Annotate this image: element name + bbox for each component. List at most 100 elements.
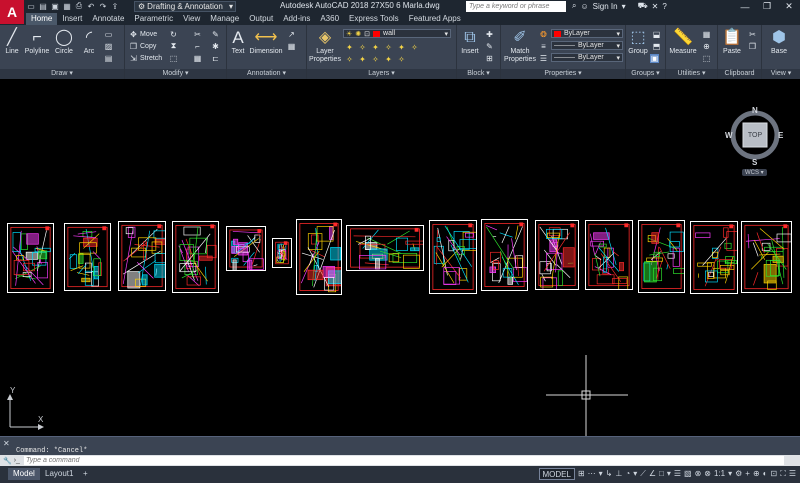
- match-properties-button[interactable]: ✐ Match Properties: [503, 28, 537, 64]
- share-icon[interactable]: ⇪: [110, 1, 120, 11]
- drawing-sheet-15[interactable]: [741, 221, 792, 293]
- hatch-button[interactable]: ▨: [104, 41, 113, 51]
- gear-icon[interactable]: ⚙: [735, 468, 742, 480]
- auto-scale-icon[interactable]: ⊗: [704, 468, 711, 480]
- application-menu-button[interactable]: A: [0, 0, 24, 24]
- tab-parametric[interactable]: Parametric: [129, 13, 178, 25]
- compass-north[interactable]: N: [752, 106, 758, 115]
- layers-panel-title[interactable]: Layers ▾: [307, 69, 456, 79]
- add-layout-button[interactable]: +: [78, 468, 93, 480]
- linetype-dropdown[interactable]: ——— ByLayer ▾: [551, 41, 623, 50]
- print-icon[interactable]: ⎙: [74, 1, 84, 11]
- tab-express-tools[interactable]: Express Tools: [344, 13, 404, 25]
- measure-button[interactable]: 📏 Measure: [668, 28, 698, 56]
- polar-icon[interactable]: ◔: [625, 468, 630, 480]
- rotate-button[interactable]: ↻: [169, 29, 178, 39]
- layout-tab-model[interactable]: Model: [8, 468, 40, 480]
- tab-home[interactable]: Home: [26, 13, 58, 25]
- drawing-sheet-6[interactable]: [272, 238, 292, 268]
- drawing-sheet-10[interactable]: [481, 219, 528, 291]
- units-icon[interactable]: ⊕: [753, 468, 760, 480]
- layer-freeze-icon[interactable]: ✧: [384, 43, 393, 52]
- exchange-icon[interactable]: ✕: [652, 2, 659, 11]
- view-panel-title[interactable]: View ▾: [762, 69, 800, 79]
- redo-icon[interactable]: ↷: [98, 1, 108, 11]
- layer-properties-button[interactable]: ◈ Layer Properties: [309, 28, 341, 64]
- drawing-sheet-11[interactable]: [535, 220, 579, 290]
- scale-button[interactable]: ⬚: [169, 53, 178, 63]
- tab-manage[interactable]: Manage: [205, 13, 244, 25]
- drawing-sheet-12[interactable]: [585, 220, 633, 290]
- layer-isolate-icon[interactable]: ✦: [371, 43, 380, 52]
- drawing-sheet-1[interactable]: [7, 223, 54, 293]
- sign-in-button[interactable]: Sign In: [593, 2, 618, 11]
- drawing-sheet-9[interactable]: [429, 220, 477, 294]
- close-icon[interactable]: ✕: [778, 0, 800, 13]
- dimension-button[interactable]: ⟷ Dimension: [249, 28, 283, 56]
- tab-insert[interactable]: Insert: [57, 13, 87, 25]
- chevron-down-icon[interactable]: ▾: [622, 2, 626, 11]
- compass-east[interactable]: E: [778, 131, 783, 140]
- annotation-scale[interactable]: 1:1: [714, 468, 725, 480]
- drawing-sheet-13[interactable]: [638, 220, 685, 293]
- workspace-switcher[interactable]: ⚙ Drafting & Annotation ▾: [134, 1, 236, 12]
- tab-output[interactable]: Output: [244, 13, 278, 25]
- create-block-button[interactable]: ✚: [485, 29, 494, 39]
- fillet-button[interactable]: ⌐: [193, 41, 202, 51]
- layer-walk-icon[interactable]: ✧: [371, 55, 380, 64]
- chevron-down-icon[interactable]: ▾: [667, 468, 671, 480]
- drawing-sheet-4[interactable]: [172, 221, 219, 293]
- viewcube[interactable]: N S E W TOP WCS ▾: [725, 103, 784, 181]
- layer-delete-icon[interactable]: ✧: [397, 55, 406, 64]
- chevron-down-icon[interactable]: ▾: [599, 468, 603, 480]
- command-recent-icon[interactable]: ›_: [14, 457, 20, 464]
- draw-panel-title[interactable]: Draw ▾: [0, 69, 124, 79]
- osnap-track-icon[interactable]: ∠: [649, 468, 656, 480]
- chevron-down-icon[interactable]: ▾: [633, 468, 637, 480]
- clean-screen-icon[interactable]: ⛶: [780, 468, 786, 480]
- infer-icon[interactable]: ↳: [606, 468, 613, 480]
- saveas-icon[interactable]: ▦: [62, 1, 72, 11]
- tab-add-ins[interactable]: Add-ins: [278, 13, 315, 25]
- tab-featured-apps[interactable]: Featured Apps: [404, 13, 466, 25]
- drawing-sheet-5[interactable]: [226, 226, 266, 271]
- drawing-sheet-3[interactable]: [118, 221, 166, 291]
- lineweight-dropdown[interactable]: ——— ByLayer ▾: [551, 53, 623, 62]
- cart-icon[interactable]: ⛟: [638, 1, 648, 11]
- move-button[interactable]: ✥ Move: [129, 29, 157, 39]
- arc-button[interactable]: ◜ Arc: [80, 28, 98, 56]
- block-attribute-button[interactable]: ⊞: [485, 53, 494, 63]
- minimize-icon[interactable]: —: [734, 0, 756, 13]
- leader-button[interactable]: ↗: [287, 29, 296, 39]
- trim-button[interactable]: ✂: [193, 29, 202, 39]
- drawing-sheet-8[interactable]: [346, 225, 424, 271]
- drawing-sheet-7[interactable]: [296, 219, 342, 295]
- chevron-down-icon[interactable]: ▾: [728, 468, 732, 480]
- help-icon[interactable]: ?: [662, 2, 666, 11]
- compass-west[interactable]: W: [725, 131, 733, 140]
- edit-block-button[interactable]: ✎: [485, 41, 494, 51]
- layer-off-icon[interactable]: ✧: [358, 43, 367, 52]
- snap-icon[interactable]: ⋯: [588, 468, 596, 480]
- insert-button[interactable]: ⧉ Insert: [459, 28, 481, 56]
- text-button[interactable]: A Text: [229, 28, 247, 56]
- group-button[interactable]: ⬚ Group: [627, 28, 649, 56]
- osnap-icon[interactable]: □: [659, 468, 664, 480]
- command-input[interactable]: [23, 456, 784, 465]
- circle-button[interactable]: ◯ Circle: [54, 28, 74, 56]
- copy-clip-button[interactable]: ❐: [748, 41, 757, 51]
- explode-button[interactable]: ✱: [211, 41, 220, 51]
- utilities-panel-title[interactable]: Utilities ▾: [666, 69, 717, 79]
- stretch-button[interactable]: ⇲ Stretch: [129, 53, 162, 63]
- polyline-button[interactable]: ⌐ Polyline: [24, 28, 50, 56]
- ungroup-button[interactable]: ⬓: [652, 29, 661, 39]
- save-icon[interactable]: ▣: [50, 1, 60, 11]
- color-dropdown[interactable]: ByLayer ▾: [551, 29, 623, 38]
- line-button[interactable]: ╱ Line: [3, 28, 21, 56]
- binoculars-icon[interactable]: ⌕: [572, 1, 576, 11]
- tab-a360[interactable]: A360: [315, 13, 344, 25]
- layer-lock-icon[interactable]: ✦: [397, 43, 406, 52]
- annotation-visibility-icon[interactable]: ⊗: [695, 468, 702, 480]
- isodraft-icon[interactable]: ⟋: [640, 468, 646, 480]
- lineweight-toggle-icon[interactable]: ☰: [674, 468, 681, 480]
